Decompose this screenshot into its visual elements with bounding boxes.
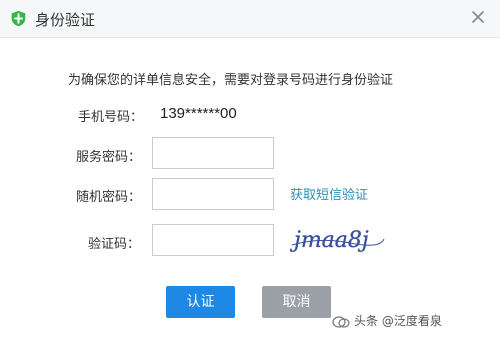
captcha-image[interactable]: jmaa8j (290, 223, 386, 257)
verification-notice: 为确保您的详单信息安全，需要对登录号码进行身份验证 (68, 73, 394, 88)
captcha-input[interactable] (152, 224, 274, 256)
service-password-input[interactable] (152, 137, 274, 169)
cancel-button[interactable]: 取消 (262, 286, 331, 318)
authenticate-button[interactable]: 认证 (166, 286, 235, 318)
watermark-text: 头条 @泛度看泉 (354, 314, 442, 328)
close-icon[interactable] (470, 9, 486, 25)
dialog-titlebar: 身份验证 (0, 0, 500, 38)
phone-number-value: 139******00 (160, 105, 237, 122)
watermark: 头条 @泛度看泉 (332, 312, 442, 329)
shield-icon (11, 10, 26, 27)
get-sms-code-link[interactable]: 获取短信验证 (290, 184, 368, 203)
watermark-logo-icon (332, 315, 350, 328)
random-password-label: 随机密码： (76, 190, 142, 205)
captcha-label: 验证码： (88, 237, 141, 252)
service-password-label: 服务密码： (76, 150, 142, 165)
dialog-title: 身份验证 (35, 11, 96, 29)
random-password-input[interactable] (152, 178, 274, 210)
phone-number-label: 手机号码： (78, 110, 144, 125)
